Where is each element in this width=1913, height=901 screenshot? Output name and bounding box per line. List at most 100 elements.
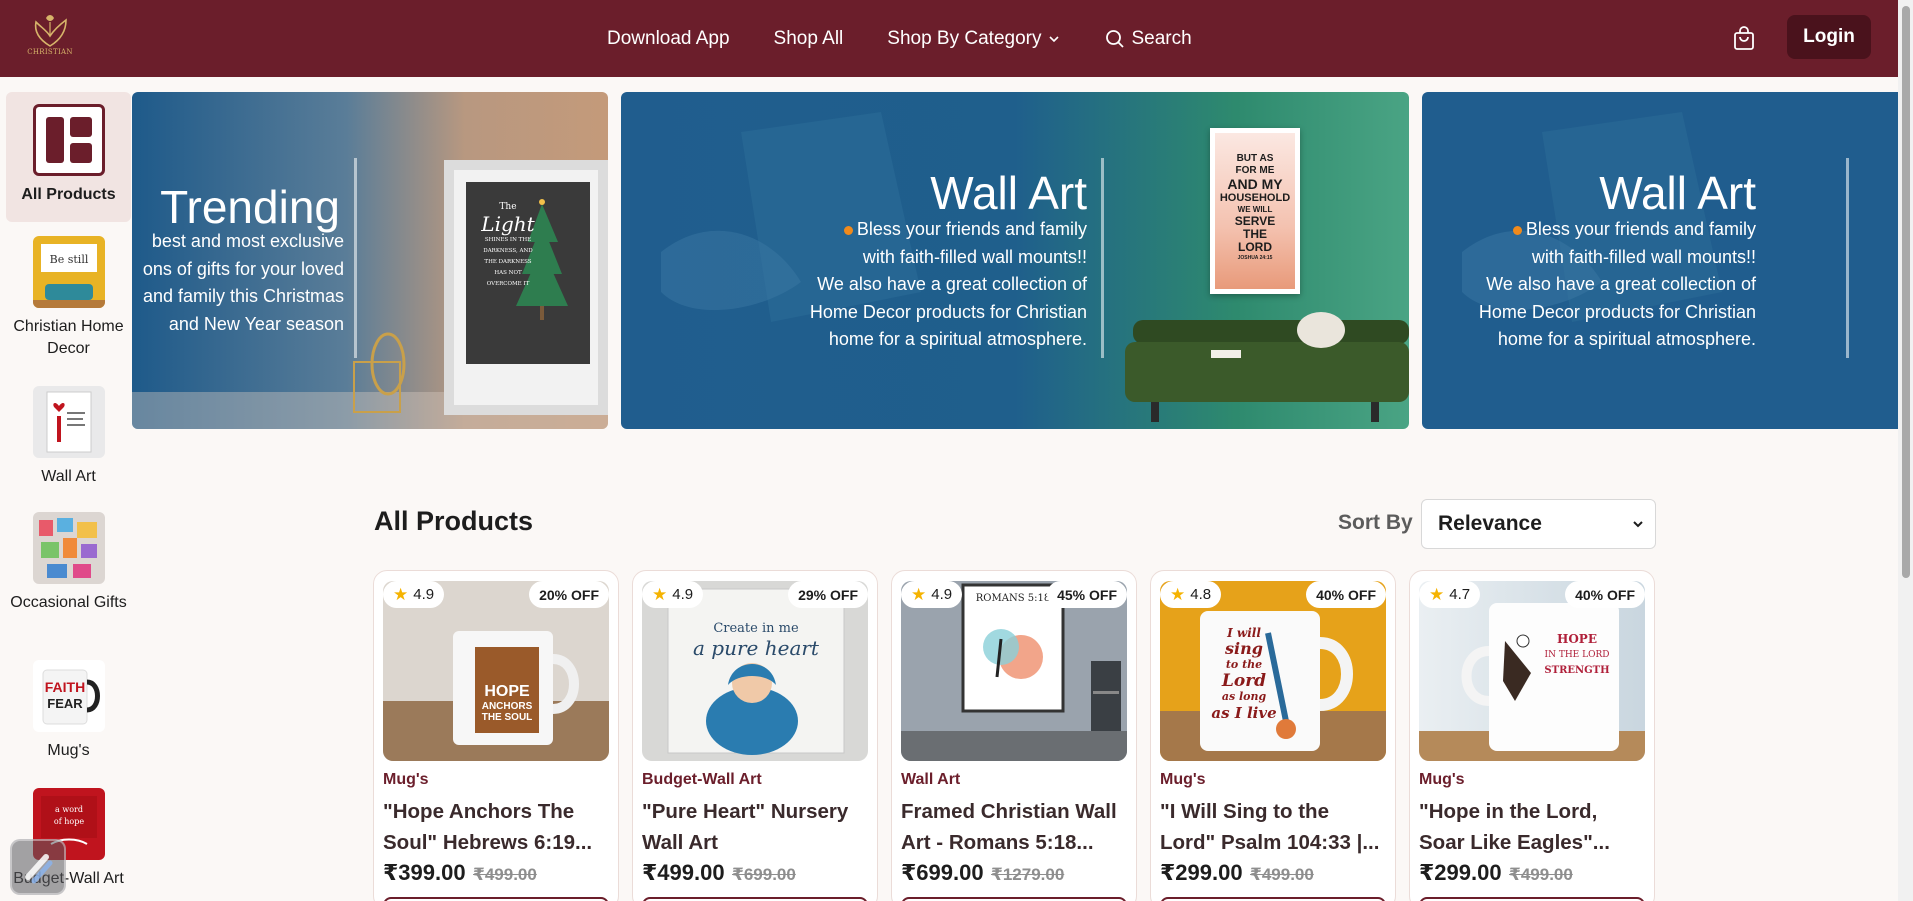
banner-text: Bless your friends and family with faith…	[1422, 216, 1756, 354]
add-to-cart-button[interactable]	[642, 897, 868, 901]
product-name-line: Art - Romans 5:18...	[901, 831, 1094, 854]
page-scrollbar[interactable]	[1898, 0, 1913, 901]
rating-badge: ★ 4.8	[1160, 581, 1222, 608]
mug-text: sing	[1225, 639, 1263, 658]
home-decor-thumbnail: Be still	[32, 236, 105, 308]
product-name[interactable]: "Pure Heart" Nursery Wall Art	[642, 796, 870, 858]
star-icon: ★	[1170, 584, 1186, 604]
product-name[interactable]: Framed Christian Wall Art - Romans 5:18..…	[901, 796, 1129, 858]
banner-text-line: Home Decor products for Christian	[809, 301, 1087, 322]
nav-shop-all[interactable]: Shop All	[774, 28, 844, 50]
chevron-down-icon	[1049, 35, 1060, 42]
product-name-line: Wall Art	[642, 831, 718, 854]
product-card[interactable]: ROMANS 5:18 ★ 4.9 45% OFF Wall Art Framed…	[891, 570, 1137, 901]
nav-search[interactable]: Search	[1105, 28, 1192, 50]
banner-text-line: home for a spiritual atmosphere.	[1497, 329, 1756, 349]
poster-text: LORD	[1238, 240, 1272, 254]
rating-badge: ★ 4.7	[1419, 581, 1481, 608]
rating-badge: ★ 4.9	[383, 581, 445, 608]
nav-shop-by-category[interactable]: Shop By Category	[887, 28, 1061, 50]
product-category[interactable]: Mug's	[383, 771, 429, 789]
sidebar-item-wall-art[interactable]: Wall Art	[6, 386, 131, 488]
product-image[interactable]: HOPE ANCHORS THE SOUL	[383, 581, 609, 761]
sidebar-item-label: Occasional Gifts	[10, 594, 127, 611]
promo-banner-wall-art[interactable]: BUT AS FOR ME AND MY HOUSEHOLD WE WILL S…	[621, 92, 1409, 429]
product-image[interactable]: HOPE IN THE LORD STRENGTH	[1419, 581, 1645, 761]
sort-select[interactable]: Relevance	[1421, 499, 1656, 549]
poster-text: JOSHUA 24:15	[1237, 255, 1273, 261]
star-icon: ★	[393, 584, 409, 604]
nav-download-app[interactable]: Download App	[607, 28, 730, 50]
brand-logo[interactable]: CHRISTIAN	[26, 10, 74, 66]
banner-divider	[354, 158, 357, 358]
banner-text-span: Bless your friends and family	[856, 219, 1087, 239]
mug-text: as long	[1221, 690, 1267, 703]
occasional-gifts-thumbnail	[32, 512, 105, 584]
svg-text:FEAR: FEAR	[47, 696, 83, 711]
cart-button[interactable]	[1731, 26, 1757, 52]
chevron-down-icon	[1633, 521, 1643, 528]
banner-text-line: ons of gifts for your loved	[142, 258, 344, 279]
product-category[interactable]: Mug's	[1160, 771, 1206, 789]
product-card[interactable]: Create in me a pure heart ★ 4.9 29% OFF B…	[632, 570, 878, 901]
category-sidebar: All Products Be still Christian Home Dec…	[6, 92, 131, 901]
product-name-line: "Pure Heart" Nursery	[642, 800, 849, 823]
product-name[interactable]: "Hope Anchors The Soul" Hebrews 6:19...	[383, 796, 611, 858]
framed-verse-poster: BUT AS FOR ME AND MY HOUSEHOLD WE WILL S…	[1210, 128, 1300, 294]
promo-banner-trending[interactable]: The Light SHINES IN THE DARKNESS, AND TH…	[132, 92, 608, 429]
product-name[interactable]: "I Will Sing to the Lord" Psalm 104:33 |.…	[1160, 796, 1388, 858]
dove-logo-icon	[34, 15, 67, 47]
mug-text: HOPE	[1557, 632, 1597, 646]
discount-badge: 40% OFF	[1565, 581, 1645, 608]
floating-action-button[interactable]	[10, 839, 66, 895]
product-original-price: ₹499.00	[1509, 865, 1573, 884]
product-name[interactable]: "Hope in the Lord, Soar Like Eagles"...	[1419, 796, 1647, 858]
promo-banner-wall-art-2[interactable]: Wall Art Bless your friends and family w…	[1422, 92, 1898, 429]
banner-text-line: We also have a great collection of	[817, 274, 1087, 294]
top-navigation-bar: CHRISTIAN Download App Shop All Shop By …	[0, 0, 1913, 77]
product-price: ₹699.00	[901, 860, 984, 885]
product-image[interactable]: Create in me a pure heart	[642, 581, 868, 761]
product-name-line: "Hope in the Lord,	[1419, 800, 1598, 823]
login-button[interactable]: Login	[1787, 15, 1871, 59]
product-price: ₹299.00	[1419, 860, 1502, 885]
poster-text: AND MY	[1227, 176, 1283, 192]
product-name-line: Lord" Psalm 104:33 |...	[1160, 831, 1380, 854]
discount-badge: 40% OFF	[1306, 581, 1386, 608]
add-to-cart-button[interactable]	[901, 897, 1127, 901]
poster-text: HAS NOT	[494, 270, 522, 276]
star-icon: ★	[1429, 584, 1445, 604]
add-to-cart-button[interactable]	[1160, 897, 1386, 901]
sidebar-item-occasional-gifts[interactable]: Occasional Gifts	[6, 512, 131, 614]
product-name-line: Soul" Hebrews 6:19...	[383, 831, 593, 854]
mug-text: THE SOUL	[481, 712, 533, 723]
bullet-dot-icon	[1512, 225, 1522, 235]
add-to-cart-button[interactable]	[383, 897, 609, 901]
svg-text:of hope: of hope	[53, 817, 83, 826]
grid-icon	[32, 104, 105, 176]
sidebar-item-christian-home-decor[interactable]: Be still Christian Home Decor	[6, 236, 131, 360]
rating-badge: ★ 4.9	[901, 581, 963, 608]
sidebar-item-all-products[interactable]: All Products	[6, 92, 131, 222]
product-card[interactable]: HOPE ANCHORS THE SOUL ★ 4.9 20% OFF Mug's…	[373, 570, 619, 901]
banner-title: Wall Art	[1599, 167, 1756, 219]
product-card[interactable]: HOPE IN THE LORD STRENGTH ★ 4.7 40% OFF M…	[1409, 570, 1655, 901]
rating-value: 4.9	[931, 586, 953, 603]
sidebar-item-label: Mug's	[47, 742, 90, 759]
sidebar-item-mugs[interactable]: FAITH FEAR Mug's	[6, 660, 131, 762]
scrollbar-thumb[interactable]	[1902, 6, 1910, 578]
banner-text-line: home for a spiritual atmosphere.	[828, 329, 1087, 349]
sort-selected-value: Relevance	[1438, 512, 1542, 535]
add-to-cart-button[interactable]	[1419, 897, 1645, 901]
product-category[interactable]: Budget-Wall Art	[642, 771, 762, 789]
product-category[interactable]: Mug's	[1419, 771, 1465, 789]
product-image[interactable]: ROMANS 5:18	[901, 581, 1127, 761]
mug-text: STRENGTH	[1544, 665, 1610, 676]
banner-title: Trending	[160, 181, 340, 233]
art-text: Create in me	[713, 621, 799, 636]
product-card[interactable]: I will sing to the Lord as long as I liv…	[1150, 570, 1396, 901]
poster-text: DARKNESS, AND	[483, 248, 533, 254]
product-category[interactable]: Wall Art	[901, 771, 960, 789]
product-image[interactable]: I will sing to the Lord as long as I liv…	[1160, 581, 1386, 761]
art-text: a pure heart	[693, 636, 819, 660]
